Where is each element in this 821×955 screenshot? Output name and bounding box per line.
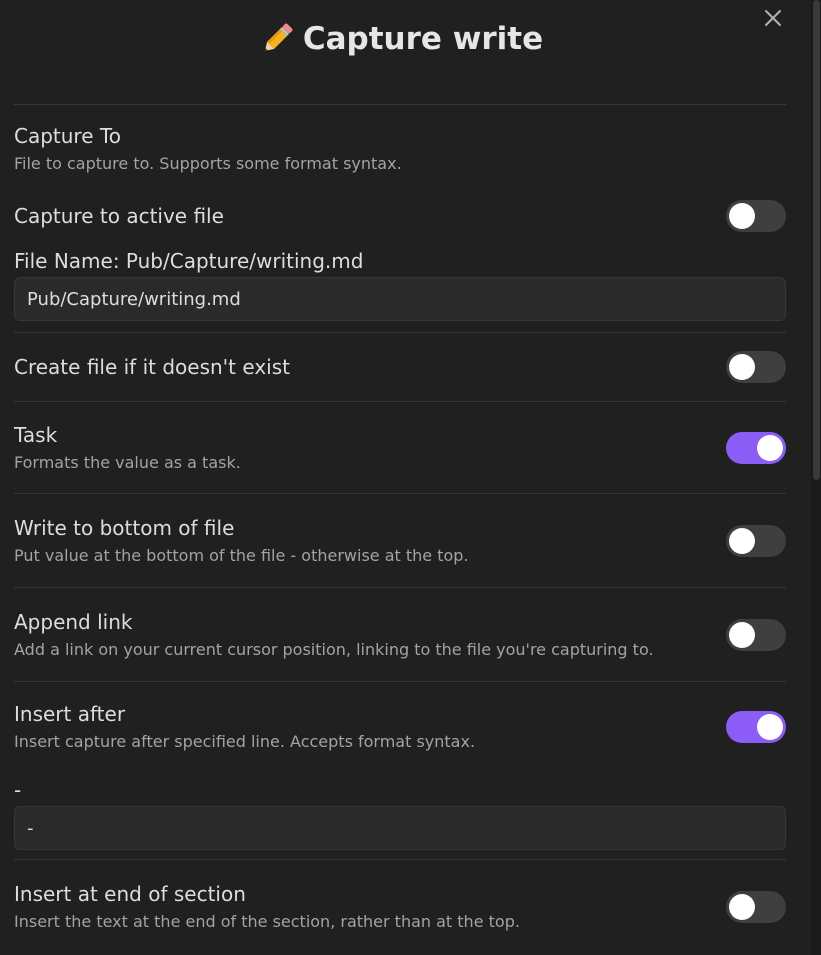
setting-description: Formats the value as a task.	[14, 452, 241, 472]
capture-active-toggle[interactable]	[726, 200, 786, 232]
setting-write-bottom: Write to bottom of file Put value at the…	[14, 494, 786, 588]
toggle-knob	[729, 621, 755, 648]
settings-list: Capture To File to capture to. Supports …	[0, 105, 821, 954]
capture-settings-modal: Capture write Capture To File to capture…	[0, 0, 821, 955]
setting-name: Insert at end of section	[14, 882, 246, 906]
setting-name: Task	[14, 422, 58, 447]
setting-description: Insert the text at the end of the sectio…	[14, 912, 520, 931]
setting-name: Create file if it doesn't exist	[14, 355, 290, 379]
setting-description: Put value at the bottom of the file - ot…	[14, 545, 469, 565]
setting-description: Add a link on your current cursor positi…	[14, 639, 654, 659]
toggle-knob	[757, 434, 783, 461]
toggle-knob	[757, 714, 783, 740]
setting-create-file: Create file if it doesn't exist	[14, 333, 786, 402]
setting-capture-to: Capture To File to capture to. Supports …	[14, 105, 786, 189]
toggle-knob	[729, 894, 755, 920]
setting-insert-after-line: -	[14, 772, 786, 860]
toggle-knob	[729, 527, 755, 554]
task-toggle[interactable]	[726, 431, 786, 464]
scrollbar-thumb[interactable]	[813, 0, 820, 480]
write-bottom-toggle[interactable]	[726, 524, 786, 557]
setting-capture-active-file: Capture to active file	[14, 189, 786, 243]
close-button[interactable]	[761, 6, 785, 30]
setting-name: Write to bottom of file	[14, 515, 235, 540]
setting-name: Append link	[14, 609, 133, 634]
modal-title: Capture write	[257, 19, 543, 59]
file-name-input[interactable]	[14, 277, 786, 321]
insert-end-toggle[interactable]	[726, 891, 786, 923]
scrollbar-track[interactable]	[811, 0, 821, 955]
setting-description: File to capture to. Supports some format…	[14, 154, 402, 173]
setting-description: Insert capture after specified line. Acc…	[14, 732, 476, 751]
setting-name: Capture to active file	[14, 204, 224, 228]
setting-name: Capture To	[14, 124, 121, 148]
pencil-icon	[257, 19, 297, 59]
setting-file-name: File Name: Pub/Capture/writing.md	[14, 243, 786, 333]
insert-after-label: -	[14, 778, 22, 802]
modal-title-text: Capture write	[302, 21, 544, 57]
insert-after-toggle[interactable]	[726, 711, 786, 743]
toggle-knob	[729, 354, 755, 380]
insert-after-input[interactable]	[14, 806, 786, 850]
file-name-label: File Name: Pub/Capture/writing.md	[14, 249, 364, 273]
append-link-toggle[interactable]	[726, 618, 786, 651]
toggle-knob	[729, 203, 755, 229]
modal-header: Capture write	[14, 0, 786, 105]
close-icon	[765, 10, 781, 26]
setting-name: Insert after	[14, 702, 126, 726]
create-file-toggle[interactable]	[726, 351, 786, 383]
setting-insert-after: Insert after Insert capture after specif…	[14, 682, 786, 772]
setting-insert-end-section: Insert at end of section Insert the text…	[14, 860, 786, 954]
setting-append-link: Append link Add a link on your current c…	[14, 588, 786, 682]
setting-task: Task Formats the value as a task.	[14, 402, 786, 494]
